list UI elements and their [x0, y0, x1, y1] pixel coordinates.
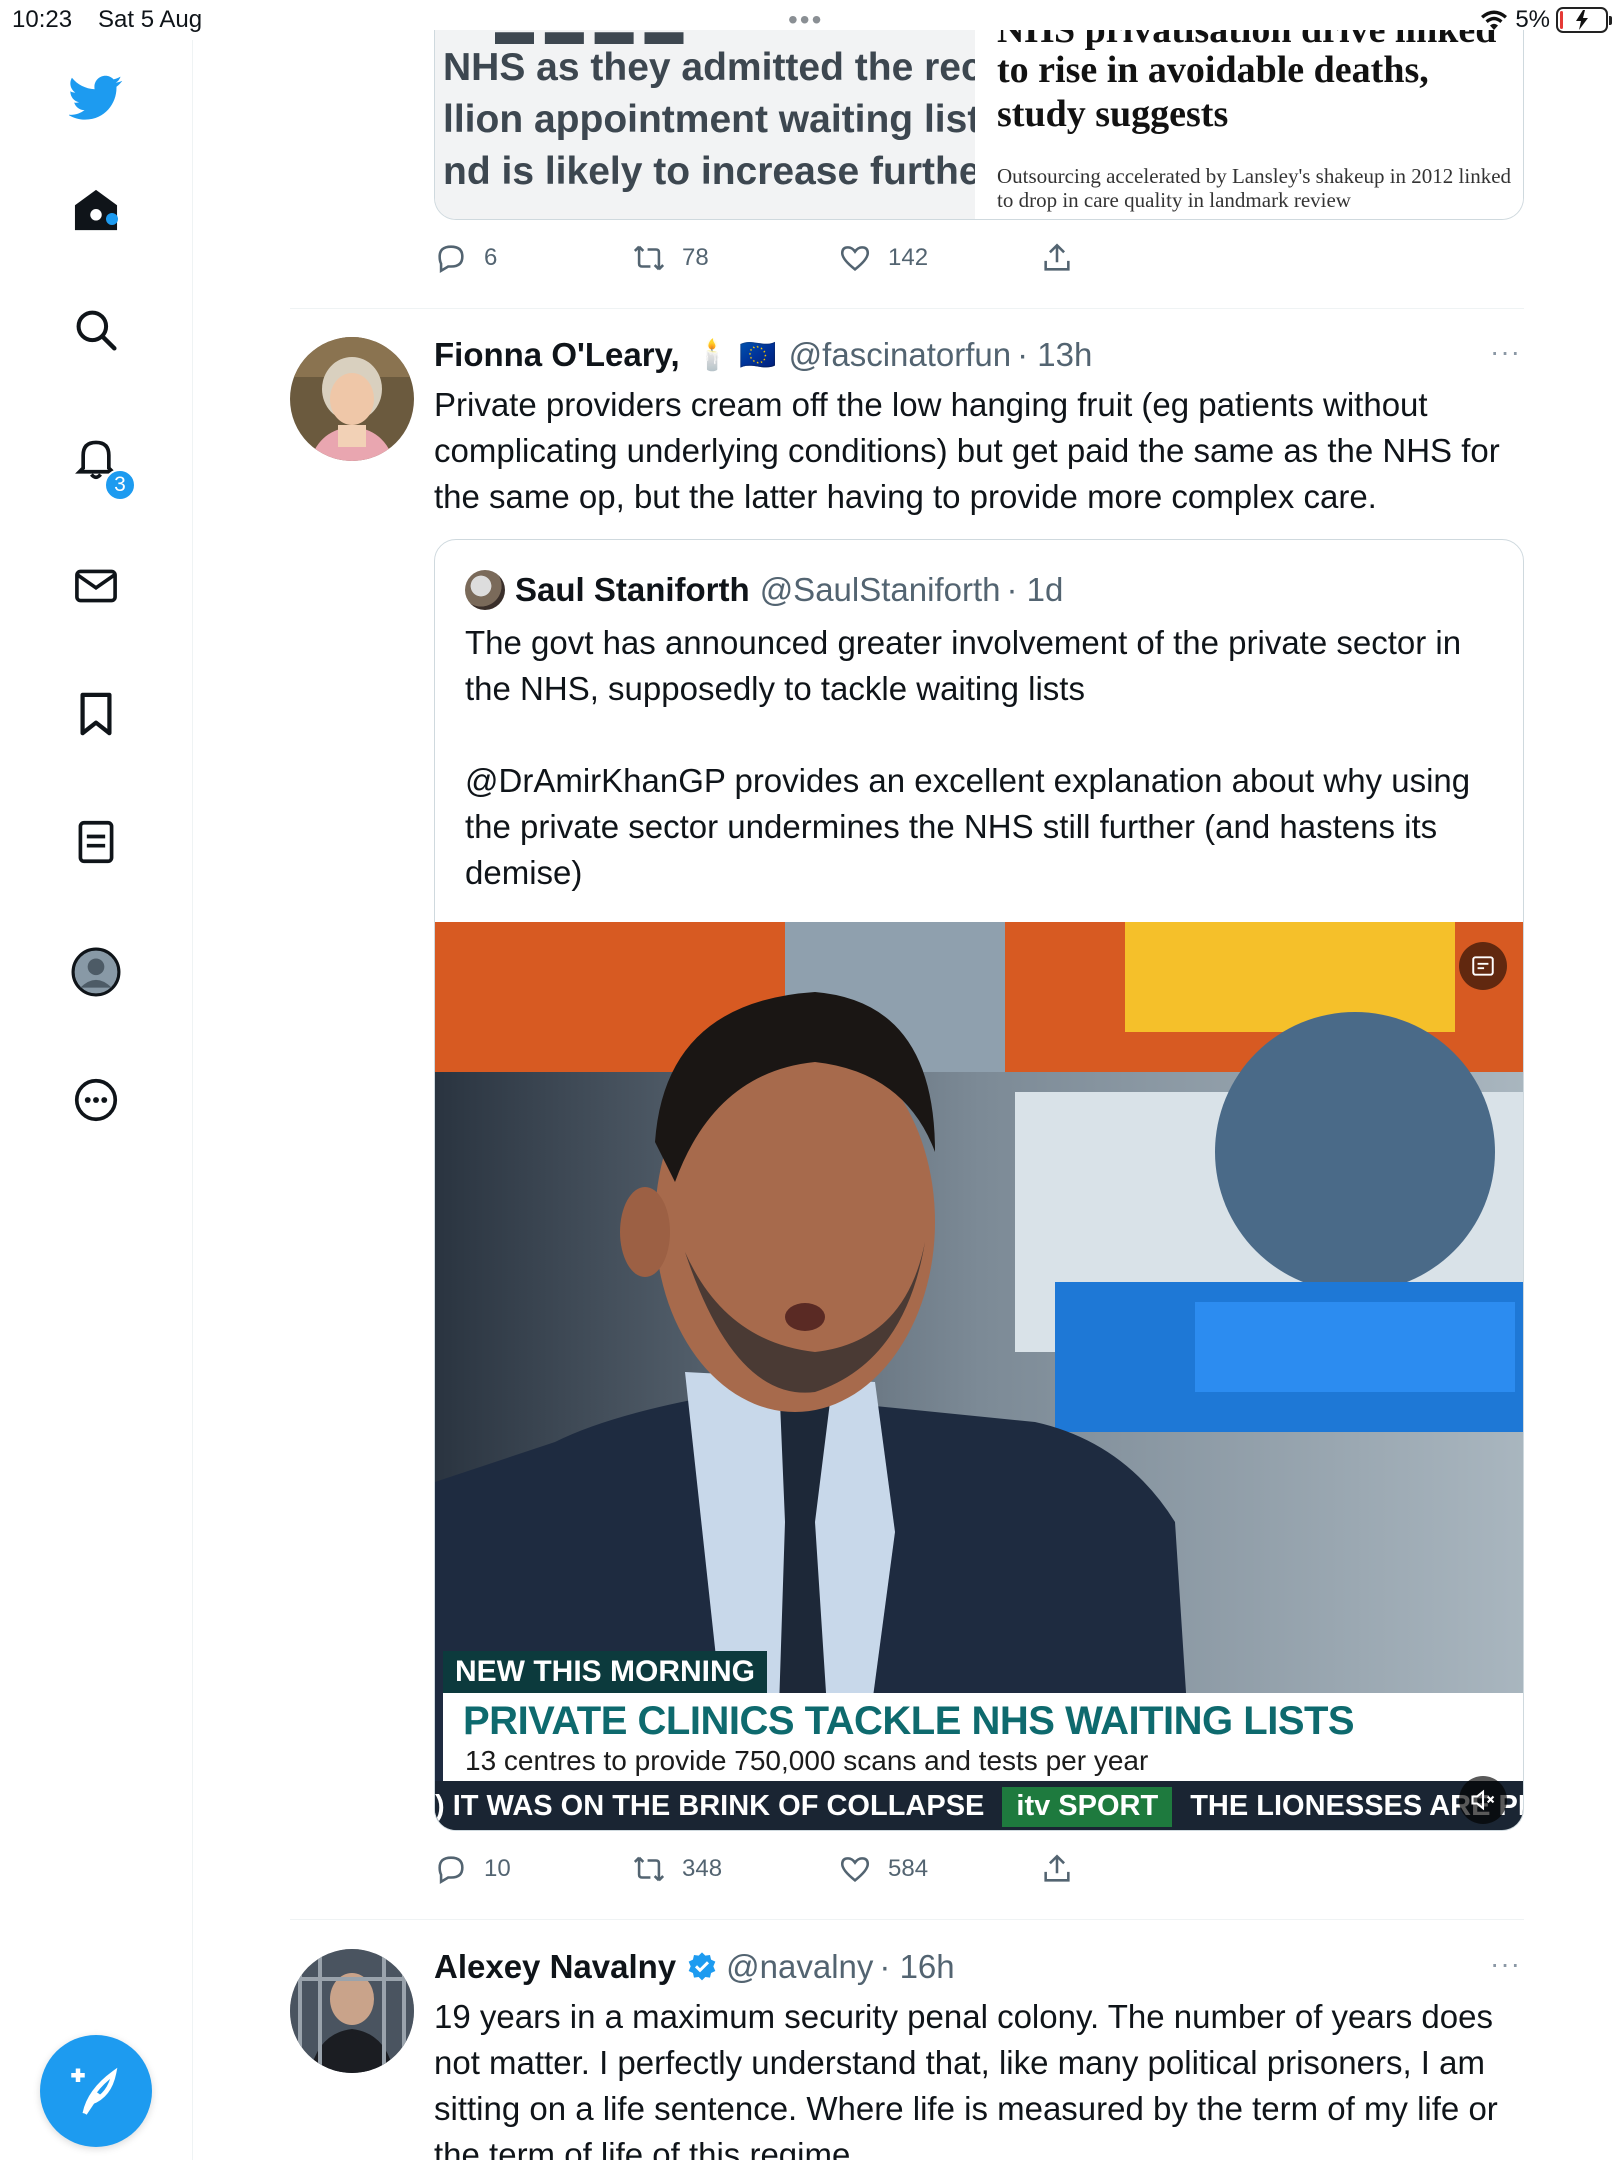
status-date: Sat 5 Aug [98, 6, 203, 33]
feather-plus-icon [71, 2067, 118, 2115]
tweet-actions: 6 78 142 [434, 238, 1084, 278]
more-options-icon[interactable]: ··· [1490, 1948, 1521, 1980]
notifications-badge: 3 [104, 469, 136, 501]
reply-icon [438, 1856, 464, 1885]
chyron-tag: NEW THIS MORNING [443, 1651, 767, 1693]
ticker-brand: itv SPORT [1002, 1786, 1173, 1827]
envelope-icon[interactable] [64, 554, 128, 618]
home-icon[interactable] [64, 178, 128, 242]
wifi-icon [1481, 10, 1508, 30]
alt-text-icon[interactable] [1459, 942, 1507, 990]
reply-button[interactable]: 10 [434, 1852, 511, 1886]
like-count: 584 [888, 1855, 929, 1882]
share-button[interactable] [1040, 241, 1074, 275]
chyron-headline: PRIVATE CLINICS TACKLE NHS WAITING LISTS [463, 1699, 1355, 1743]
heart-icon [840, 246, 870, 271]
avatar[interactable] [290, 337, 414, 461]
link-preview-image: ▬ ▬ ▬ ▬ NHS as they admitted the rec lli… [435, 30, 975, 219]
twitter-logo-icon[interactable] [64, 66, 128, 130]
quoted-tweet-time: · 1d [1006, 571, 1064, 608]
image-text-line-2: llion appointment waiting list [443, 98, 975, 141]
tweet-divider [290, 308, 1524, 309]
compose-tweet-button[interactable] [40, 2035, 152, 2147]
author-name[interactable]: Alexey Navalny [434, 1948, 676, 1986]
sidebar: 3 [0, 40, 193, 2160]
author-handle[interactable]: @navalny [726, 1948, 873, 1986]
link-headline: to rise in avoidable deaths, study sugge… [997, 49, 1429, 135]
verified-badge-icon [688, 1952, 716, 1981]
share-icon [1044, 1854, 1070, 1882]
bookmark-icon[interactable] [64, 682, 128, 746]
retweet-count: 348 [682, 1855, 723, 1882]
retweet-count: 78 [682, 244, 709, 271]
speaker-muted-icon [1471, 1789, 1495, 1811]
tweet-text: Private providers cream off the low hang… [434, 386, 1500, 515]
author-emoji: 🕯️ 🇪🇺 [693, 338, 777, 372]
home-notification-dot [106, 213, 118, 225]
link-subheadline: Outsourcing accelerated by Lansley's sha… [997, 164, 1512, 212]
image-text-line-3: nd is likely to increase further [443, 150, 975, 193]
author-name[interactable]: Fionna O'Leary, [434, 336, 680, 374]
tweet-divider [290, 1919, 1524, 1920]
reply-count: 10 [484, 1855, 511, 1882]
retweet-icon [633, 1856, 665, 1882]
retweet-icon [633, 245, 665, 271]
author-handle[interactable]: @fascinatorfun [789, 336, 1011, 374]
reply-button[interactable]: 6 [434, 241, 497, 275]
image-text-line-1: NHS as they admitted the rec [443, 46, 975, 89]
list-icon[interactable] [64, 810, 128, 874]
quoted-tweet-text: The govt has announced greater involveme… [465, 620, 1485, 896]
quoted-text-paragraph-1: The govt has announced greater involveme… [465, 624, 1462, 707]
reply-icon [438, 245, 464, 274]
status-time: 10:23 [12, 6, 73, 33]
mute-button[interactable] [1459, 1776, 1507, 1824]
quoted-author-name: Saul Staniforth [515, 571, 750, 608]
more-options-icon[interactable]: ··· [1490, 336, 1521, 368]
retweet-button[interactable]: 348 [632, 1852, 722, 1886]
tweet-header: Fionna O'Leary, 🕯️ 🇪🇺 @fascinatorfun · 1… [434, 333, 1092, 377]
reply-count: 6 [484, 244, 498, 271]
tweet-text: 19 years in a maximum security penal col… [434, 1998, 1498, 2160]
quoted-avatar [465, 570, 505, 610]
heart-icon [840, 1857, 870, 1882]
like-count: 142 [888, 244, 929, 271]
share-icon [1044, 243, 1070, 271]
profile-icon[interactable] [64, 940, 128, 1004]
search-icon[interactable] [64, 298, 128, 362]
tweet-time[interactable]: · 13h [1017, 336, 1092, 374]
quoted-tweet[interactable]: Saul Staniforth @SaulStaniforth · 1d The… [434, 539, 1524, 1831]
quoted-text-paragraph-2: @DrAmirKhanGP provides an excellent expl… [465, 762, 1471, 891]
ticker-left: ) IT WAS ON THE BRINK OF COLLAPSE [435, 1790, 985, 1822]
link-preview-card[interactable]: ▬ ▬ ▬ ▬ NHS as they admitted the rec lli… [434, 30, 1524, 220]
share-button[interactable] [1040, 1852, 1074, 1886]
like-button[interactable]: 142 [838, 241, 928, 275]
tweet-header: Alexey Navalny @navalny · 16h [434, 1945, 955, 1989]
tweet-time[interactable]: · 16h [879, 1948, 954, 1986]
like-button[interactable]: 584 [838, 1852, 928, 1886]
tweet-actions: 10 348 584 [434, 1849, 1084, 1889]
quoted-author-handle: @SaulStaniforth [759, 571, 1001, 608]
chyron-subline: 13 centres to provide 750,000 scans and … [465, 1745, 1149, 1776]
news-ticker: ) IT WAS ON THE BRINK OF COLLAPSE itv SP… [435, 1781, 1523, 1830]
more-circle-icon[interactable] [64, 1068, 128, 1132]
battery-icon [1556, 7, 1612, 33]
link-preview-text: NHS privatisation drive linked to rise i… [975, 30, 1523, 219]
quoted-tweet-header: Saul Staniforth @SaulStaniforth · 1d [465, 570, 1063, 610]
avatar[interactable] [290, 1949, 414, 2073]
chyron-main: PRIVATE CLINICS TACKLE NHS WAITING LISTS… [443, 1693, 1523, 1781]
retweet-button[interactable]: 78 [632, 241, 709, 275]
video-player[interactable]: NEW THIS MORNING PRIVATE CLINICS TACKLE … [435, 922, 1523, 1830]
